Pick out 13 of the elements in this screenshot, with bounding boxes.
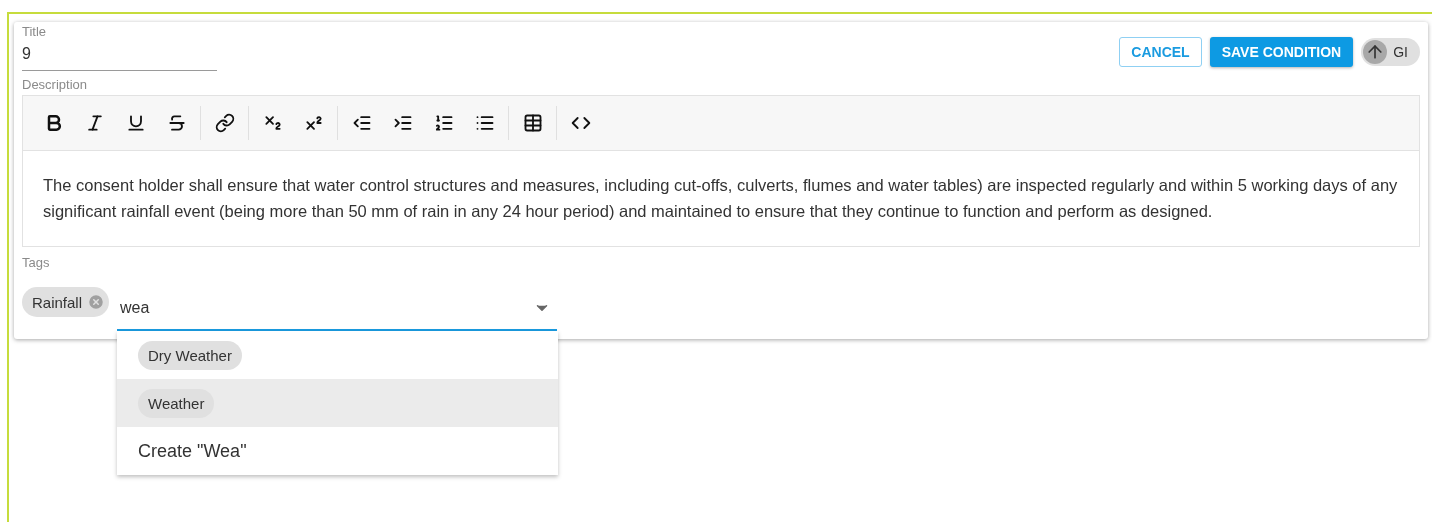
- rich-text-editor[interactable]: [22, 95, 1420, 247]
- field-label: Title: [22, 24, 48, 40]
- description-text: The consent holder shall ensure that water control structures and measures, including cut-offs, culverts, flumes and water tables) are inspected regularly and within 5 working days of any significant rainfall event (being more than 50 mm of rain in any 24 hour period) and maintained to ensure that they continue to function and perform as designed.: [42, 175, 1399, 222]
- field-label: Tags: [22, 255, 51, 271]
- title-field[interactable]: 9: [22, 40, 217, 71]
- toggle-switch[interactable]: GI: [1361, 38, 1420, 66]
- tag-label: Dry Weather: [138, 340, 242, 370]
- menu-option[interactable]: Weather: [117, 379, 559, 427]
- create-option[interactable]: Create "Wea": [117, 427, 559, 475]
- field-label: Description: [22, 77, 89, 93]
- tag-chip[interactable]: Rainfall: [22, 287, 110, 317]
- menu-option[interactable]: Dry Weather: [117, 331, 559, 379]
- tag-label: Weather: [138, 388, 215, 418]
